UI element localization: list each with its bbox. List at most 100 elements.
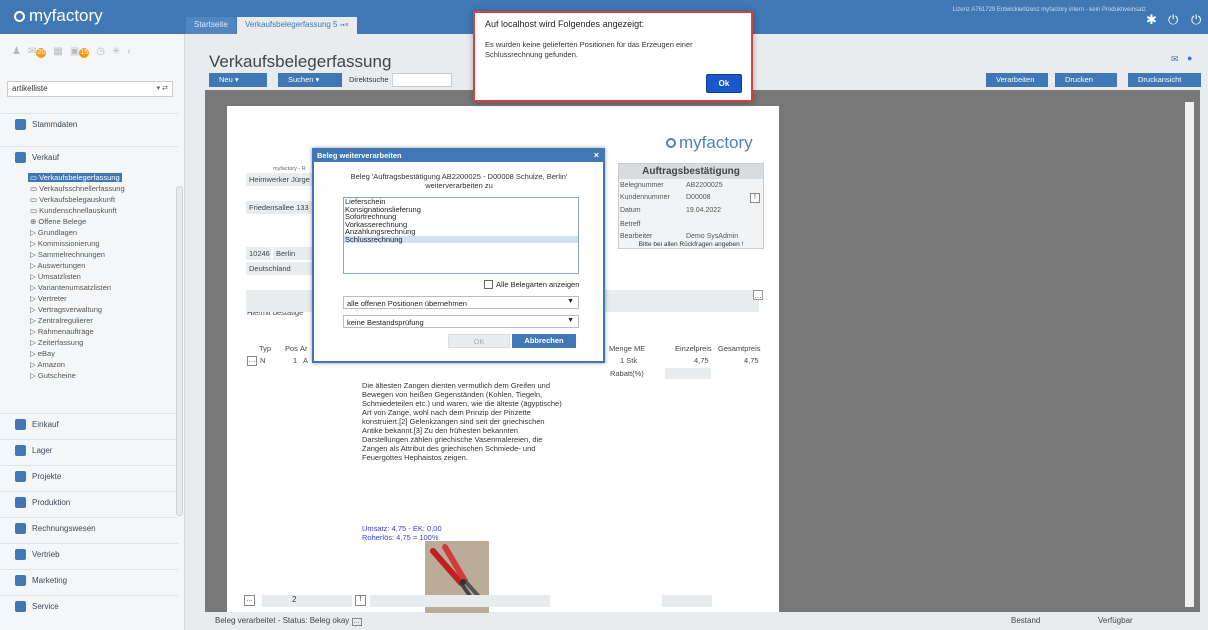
- nav-section-marketing[interactable]: Marketing: [0, 569, 178, 591]
- sidebar-item-kommissionierung[interactable]: ▷ Kommissionierung: [30, 239, 100, 248]
- sidebar-item-sammelrechnungen[interactable]: ▷ Sammelrechnungen: [30, 250, 105, 259]
- margin-line-1: Umsatz: 4,75 - EK: 0,00: [362, 524, 442, 533]
- sidebar-item-offene-belege[interactable]: ⊕ Offene Belege: [30, 217, 86, 226]
- tab-verkaufsbelegerfassung[interactable]: Verkaufsbelegerfassung 5 ▫▪×: [237, 17, 357, 34]
- show-all-types-checkbox[interactable]: Alle Belegarten anzeigen: [484, 280, 579, 289]
- module-search-select[interactable]: artikelliste ▾ ⇄: [7, 81, 173, 97]
- margin-info: Umsatz: 4,75 - EK: 0,00 Roherlös: 4,75 =…: [362, 524, 442, 542]
- gear-icon[interactable]: ✱: [1146, 12, 1157, 28]
- sidebar-item-verkaufsschnellerfassung[interactable]: ▭ Verkaufsschnellerfassung: [30, 184, 125, 193]
- country-field[interactable]: Deutschland: [246, 262, 312, 275]
- user-icon[interactable]: ♟: [12, 46, 21, 58]
- print-button[interactable]: Drucken: [1055, 73, 1117, 87]
- pager: … 2 !: [244, 595, 714, 607]
- nav-section-rechnungswesen[interactable]: Rechnungswesen: [0, 517, 178, 539]
- new-button[interactable]: Neu ▾: [209, 73, 267, 87]
- tab-startseite[interactable]: Startseite: [186, 17, 236, 34]
- sidebar-item-vertragsverwaltung[interactable]: ▷ Vertragsverwaltung: [30, 305, 102, 314]
- order-confirmation-box: Auftragsbestätigung Belegnummer AB220002…: [618, 163, 764, 249]
- close-icon[interactable]: ×: [594, 150, 599, 160]
- label-belegnummer: Belegnummer: [620, 182, 664, 189]
- process-button[interactable]: Verarbeiten: [986, 73, 1048, 87]
- nav-section-stammdaten[interactable]: Stammdaten: [0, 113, 178, 135]
- direct-search-input[interactable]: [392, 73, 452, 87]
- app-logo[interactable]: myfactory: [14, 6, 103, 26]
- print-view-button[interactable]: Druckansicht: [1128, 73, 1201, 87]
- tab-window-icon[interactable]: ▫▪×: [340, 22, 349, 29]
- sidebar-item-auswertungen[interactable]: ▷ Auswertungen: [30, 261, 85, 270]
- label-kundennummer: Kundennummer: [620, 194, 670, 201]
- sidebar-item-umsatzlisten[interactable]: ▷ Umsatzlisten: [30, 272, 81, 281]
- info-icon[interactable]: !: [750, 193, 760, 203]
- status-menu-icon[interactable]: …: [351, 618, 362, 626]
- document-scrollbar[interactable]: [1185, 102, 1194, 607]
- pager-total-field[interactable]: [662, 595, 712, 607]
- search-button[interactable]: Suchen ▾: [278, 73, 342, 87]
- nav-section-lager[interactable]: Lager: [0, 439, 178, 461]
- collapse-icon[interactable]: ‹: [127, 46, 130, 58]
- street-field[interactable]: Friedensallee 133: [246, 201, 312, 214]
- row-menu-icon[interactable]: …: [247, 356, 257, 366]
- option-schlussrechnung[interactable]: Schlussrechnung: [344, 235, 578, 243]
- nav-section-projekte[interactable]: Projekte: [0, 465, 178, 487]
- sidebar-item-vertreter[interactable]: ▷ Vertreter: [30, 294, 67, 303]
- messages-icon[interactable]: ✉20: [28, 46, 47, 58]
- sidebar-item-zeiterfassung[interactable]: ▷ Zeiterfassung: [30, 338, 83, 347]
- sidebar-item-gutscheine[interactable]: ▷ Gutscheine: [30, 371, 76, 380]
- sidebar-scrollbar[interactable]: [176, 186, 183, 516]
- pager-field[interactable]: [370, 595, 550, 607]
- service-icon: [15, 601, 26, 612]
- discount-input[interactable]: [665, 368, 711, 379]
- document-type-list[interactable]: Lieferschein Konsignationslieferung Sofo…: [343, 197, 579, 274]
- dialog-title: Beleg weiterverarbeiten: [314, 150, 603, 162]
- dialog-cancel-button[interactable]: Abbrechen: [512, 334, 576, 348]
- checkbox-label: Alle Belegarten anzeigen: [496, 280, 580, 289]
- nav-section-label: Produktion: [32, 498, 71, 507]
- alert-ok-button[interactable]: Ok: [706, 74, 742, 93]
- col-header-einzelpreis: Einzelpreis: [675, 344, 712, 353]
- pager-menu-icon[interactable]: …: [244, 595, 255, 606]
- tasks-icon[interactable]: ▣15: [70, 46, 90, 58]
- checkbox-box[interactable]: [484, 280, 493, 289]
- sidebar-item-grundlagen[interactable]: ▷ Grundlagen: [30, 228, 77, 237]
- sidebar-item-kundenschnellauskunft[interactable]: ▭ Kundenschnellauskunft: [30, 206, 117, 215]
- power-icon[interactable]: ⏻: [1191, 12, 1201, 28]
- status-verfuegbar: Verfügbar: [1098, 616, 1133, 625]
- chevron-down-icon[interactable]: ▾ ⇄: [157, 84, 168, 92]
- messages-badge: 20: [36, 48, 47, 58]
- sidebar-item-amazon[interactable]: ▷ Amazon: [30, 360, 65, 369]
- col-header-pos: Pos: [285, 344, 298, 353]
- nav-section-vertrieb[interactable]: Vertrieb: [0, 543, 178, 565]
- logo-ring-icon: [14, 10, 25, 22]
- value-kundennummer: D00008: [686, 194, 711, 201]
- sidebar-item-zentralregulierer[interactable]: ▷ Zentralregulierer: [30, 316, 93, 325]
- clock-icon[interactable]: ◷: [96, 46, 105, 58]
- calendar-icon[interactable]: ▦: [53, 46, 62, 58]
- logout-icon[interactable]: ⏻: [1168, 12, 1178, 28]
- nav-section-service[interactable]: Service: [0, 595, 178, 617]
- expand-icon[interactable]: …: [753, 290, 763, 300]
- tab-label: Verkaufsbelegerfassung 5: [245, 20, 338, 29]
- zip-field[interactable]: 10246: [246, 247, 271, 260]
- nav-section-verkauf[interactable]: Verkauf: [0, 146, 178, 168]
- vertrieb-icon: [15, 549, 26, 560]
- document-logo: myfactory: [666, 133, 753, 153]
- sidebar-item-ebay[interactable]: ▷ eBay: [30, 349, 55, 358]
- pager-input[interactable]: 2: [262, 595, 352, 607]
- sidebar-item-verkaufsbelegerfassung[interactable]: ▭ Verkaufsbelegerfassung: [28, 173, 122, 182]
- star-icon[interactable]: ✳: [112, 46, 120, 58]
- row-type: N: [260, 356, 266, 365]
- stock-check-select[interactable]: keine Bestandsprüfung ▼: [343, 315, 579, 328]
- nav-section-einkauf[interactable]: Einkauf: [0, 413, 178, 435]
- chat-icon[interactable]: ●: [1187, 53, 1192, 63]
- sidebar-item-variantenumsatzlisten[interactable]: ▷ Variantenumsatzlisten: [30, 283, 111, 292]
- mail-icon[interactable]: ✉: [1171, 54, 1179, 65]
- sidebar-item-verkaufsbelegauskunft[interactable]: ▭ Verkaufsbelegauskunft: [30, 195, 115, 204]
- pager-info-icon[interactable]: !: [355, 595, 366, 606]
- nav-section-produktion[interactable]: Produktion: [0, 491, 178, 513]
- dialog-ok-button[interactable]: OK: [448, 334, 510, 348]
- sidebar-item-rahmenauftraege[interactable]: ▷ Rahmenaufträge: [30, 327, 94, 336]
- city-field[interactable]: Berlin: [273, 247, 312, 260]
- positions-select[interactable]: alle offenen Positionen übernehmen ▼: [343, 296, 579, 309]
- customer-name-field[interactable]: Heimwerker Jürge: [246, 173, 312, 186]
